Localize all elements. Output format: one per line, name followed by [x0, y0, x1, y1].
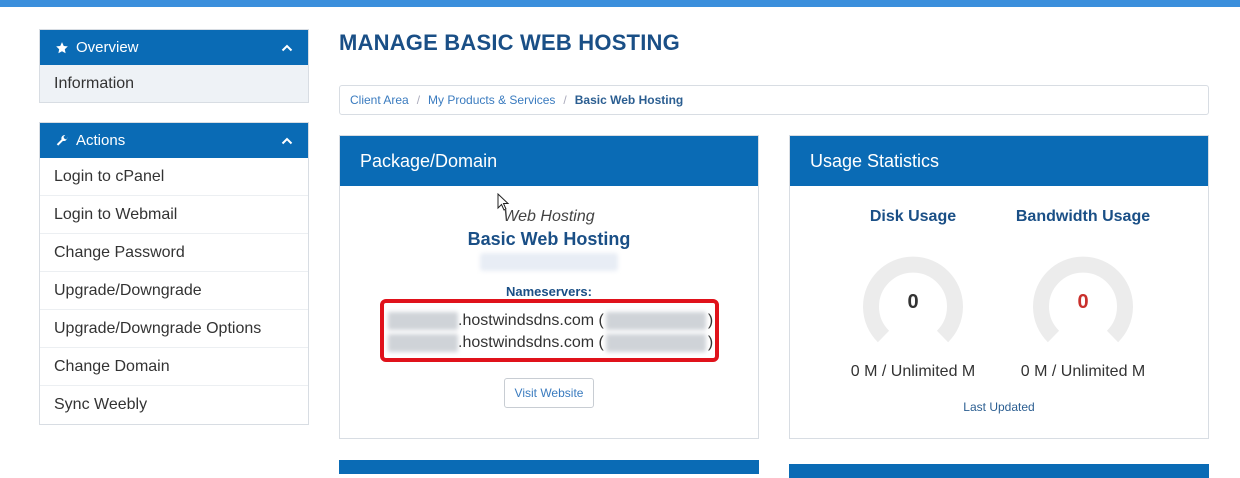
- bandwidth-usage-title: Bandwidth Usage: [1015, 208, 1151, 225]
- redacted-ip: [605, 334, 706, 352]
- usage-statistics-body: Disk Usage 0 0 M / Unlimited M Bandwidth…: [790, 186, 1208, 438]
- disk-usage-title: Disk Usage: [869, 208, 957, 225]
- package-domain-header: Package/Domain: [340, 136, 758, 186]
- sidebar-item-change-domain[interactable]: Change Domain: [40, 348, 308, 386]
- nameserver-suffix: .hostwindsdns.com (: [458, 334, 604, 351]
- breadcrumb-separator: /: [416, 93, 421, 107]
- overview-panel-header[interactable]: Overview: [40, 30, 308, 65]
- chevron-up-icon[interactable]: [280, 134, 294, 148]
- nameservers-highlight-box: .hostwindsdns.com () .hostwindsdns.com (…: [380, 299, 719, 362]
- page-title: MANAGE BASIC WEB HOSTING: [339, 30, 680, 55]
- redacted-ip: [605, 312, 706, 330]
- sidebar-item-change-password[interactable]: Change Password: [40, 234, 308, 272]
- last-updated-link[interactable]: Last Updated: [790, 400, 1208, 414]
- breadcrumb-current: Basic Web Hosting: [574, 93, 684, 107]
- sidebar-item-information[interactable]: Information: [40, 65, 308, 102]
- next-card-header: [789, 464, 1209, 478]
- sidebar-overview-panel: Overview Information: [39, 29, 309, 103]
- breadcrumb-client-area[interactable]: Client Area: [350, 93, 409, 107]
- package-name: Basic Web Hosting: [467, 229, 631, 249]
- sidebar-actions-panel: Actions Login to cPanel Login to Webmail…: [39, 122, 309, 425]
- overview-title: Overview: [76, 39, 139, 56]
- package-domain-body: Web Hosting Basic Web Hosting Nameserver…: [340, 186, 758, 438]
- sidebar-item-login-cpanel[interactable]: Login to cPanel: [40, 158, 308, 196]
- actions-panel-header[interactable]: Actions: [40, 123, 308, 158]
- redacted-host: [388, 334, 458, 352]
- usage-statistics-card: Usage Statistics Disk Usage 0 0 M / Unli…: [789, 135, 1209, 439]
- sidebar-item-upgrade-downgrade-options[interactable]: Upgrade/Downgrade Options: [40, 310, 308, 348]
- usage-statistics-header: Usage Statistics: [790, 136, 1208, 186]
- redacted-domain: [480, 253, 618, 271]
- actions-title: Actions: [76, 132, 126, 149]
- package-type: Web Hosting: [503, 208, 595, 225]
- package-domain-card: Package/Domain Web Hosting Basic Web Hos…: [339, 135, 759, 439]
- chevron-up-icon[interactable]: [280, 41, 294, 55]
- sidebar-item-sync-weebly[interactable]: Sync Weebly: [40, 386, 308, 424]
- next-card-header: [339, 460, 759, 474]
- visit-website-button[interactable]: Visit Website: [504, 378, 594, 408]
- sidebar-item-login-webmail[interactable]: Login to Webmail: [40, 196, 308, 234]
- breadcrumb: Client Area / My Products & Services / B…: [339, 85, 1209, 115]
- nameserver-line: .hostwindsdns.com (): [388, 332, 713, 354]
- nameserver-line: .hostwindsdns.com (): [388, 310, 713, 332]
- breadcrumb-separator: /: [563, 93, 567, 107]
- nameserver-close: ): [707, 312, 714, 329]
- star-icon: [54, 40, 70, 56]
- disk-usage-value: 0: [907, 291, 919, 313]
- nameserver-suffix: .hostwindsdns.com (: [458, 312, 604, 329]
- wrench-icon: [54, 133, 70, 149]
- top-accent-bar: [0, 0, 1240, 7]
- disk-usage-text: 0 M / Unlimited M: [850, 363, 976, 380]
- nameserver-close: ): [707, 334, 714, 351]
- mouse-cursor-icon: [497, 193, 510, 211]
- nameservers-label: Nameservers:: [505, 284, 592, 299]
- redacted-host: [388, 312, 458, 330]
- bandwidth-usage-value: 0: [1077, 291, 1089, 313]
- breadcrumb-my-products[interactable]: My Products & Services: [428, 93, 555, 107]
- bandwidth-usage-text: 0 M / Unlimited M: [1020, 363, 1146, 380]
- sidebar-item-upgrade-downgrade[interactable]: Upgrade/Downgrade: [40, 272, 308, 310]
